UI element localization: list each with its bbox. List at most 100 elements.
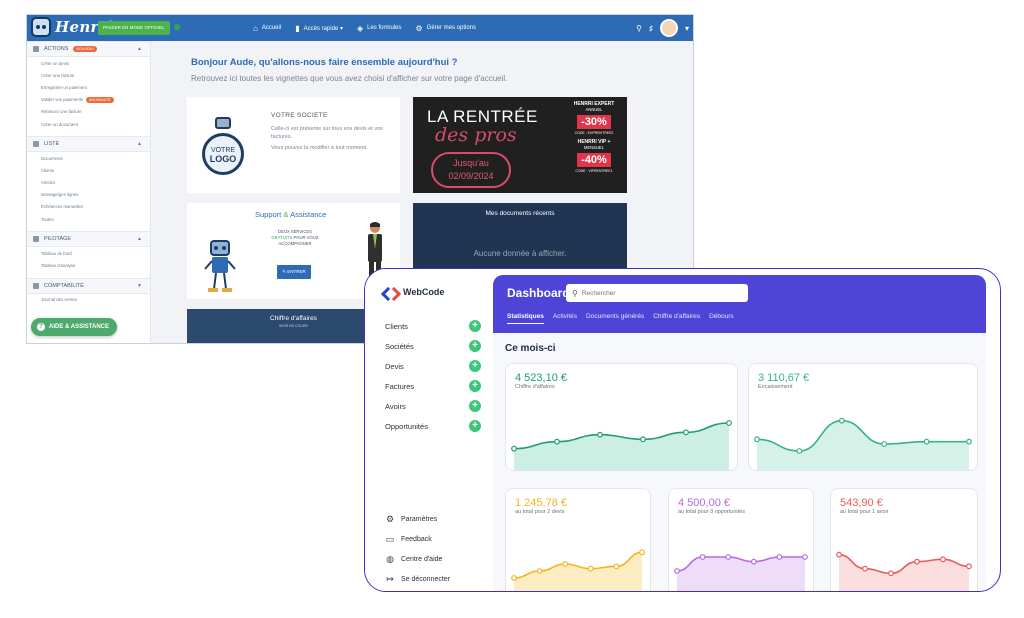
- stat-card-quotes[interactable]: 1 245,78 € au total pour 2 devis: [505, 488, 651, 591]
- henrri-nav: ⌂ Accueil ▮ Accès rapide ▾ ◈ Les formules ⚙…: [253, 15, 476, 41]
- sparkline-point: [838, 417, 845, 424]
- novelty-badge: NOUVEAUTÉ: [85, 96, 114, 103]
- megaphone-icon[interactable]: ♯: [649, 24, 653, 33]
- chevron-down-icon[interactable]: ▾: [685, 24, 689, 33]
- tab-chiffre-affaires[interactable]: Chiffre d'affaires: [653, 313, 700, 324]
- promo-date-badge: Jusqu'au 02/09/2024: [431, 152, 511, 188]
- robot-logo-icon: [31, 17, 51, 37]
- search-box[interactable]: ⚲: [566, 284, 748, 302]
- logout-label: Se déconnecter: [401, 575, 451, 583]
- new-badge: NOUVEAU: [73, 46, 97, 52]
- official-mode-toggle-icon[interactable]: [174, 24, 180, 30]
- sparkline-point: [802, 554, 808, 560]
- gear-icon: ⚙: [385, 513, 395, 524]
- sidebar-item[interactable]: Créer une facture: [27, 69, 150, 81]
- plus-icon[interactable]: +: [469, 340, 481, 352]
- menu-item-avoirs[interactable]: Avoirs +: [385, 396, 481, 416]
- enter-button[interactable]: ✎ ENTRER: [277, 265, 311, 279]
- sidebar-item[interactable]: Échéances manuelles: [27, 201, 150, 213]
- plus-icon[interactable]: +: [469, 320, 481, 332]
- sparkline-point: [587, 565, 594, 572]
- support-title-amp: &: [283, 210, 289, 219]
- logo-line1: VOTRE: [210, 147, 236, 154]
- plus-icon[interactable]: +: [469, 380, 481, 392]
- menu-item-societes[interactable]: Sociétés +: [385, 336, 481, 356]
- company-card[interactable]: VOTRE LOGO VOTRE SOCIETE Celle-ci est pr…: [187, 97, 400, 193]
- calculator-icon: [33, 282, 39, 289]
- help-assistance-button[interactable]: ? AIDE & ASSISTANCE: [31, 318, 117, 336]
- chevron-down-icon[interactable]: ▼: [137, 283, 142, 289]
- sidebar-item[interactable]: Documents: [27, 152, 150, 164]
- sidebar-item[interactable]: Créer un document: [27, 118, 150, 130]
- tab-documents-generes[interactable]: Documents générés: [586, 313, 644, 324]
- webcode-menu: Clients + Sociétés + Devis + Factures + Avoi…: [385, 316, 481, 436]
- sidebar-item[interactable]: Clients: [27, 164, 150, 176]
- menu-item-label: Opportunités: [385, 421, 428, 431]
- list-icon: [33, 141, 39, 148]
- sidebar-section-comptabilite[interactable]: COMPTABILITÉ ▼: [27, 277, 150, 294]
- menu-item-opportunites[interactable]: Opportunités +: [385, 416, 481, 436]
- sidebar-item-valider[interactable]: Valider vos paiements NOUVEAUTÉ: [27, 94, 150, 106]
- sidebar-item[interactable]: Articles: [27, 177, 150, 189]
- sidebar-item[interactable]: Toutes: [27, 213, 150, 225]
- sidebar-section-pilotage[interactable]: PILOTAGE ▲: [27, 231, 150, 248]
- stat-card-credit-notes[interactable]: 543,90 € au total pour 1 avoir: [830, 488, 978, 591]
- sidebar-item[interactable]: Créer un devis: [27, 57, 150, 69]
- henrri-top-right: ⚲ ♯ ▾: [636, 15, 689, 41]
- chat-icon: ▭: [385, 533, 395, 544]
- avatar[interactable]: [659, 19, 678, 37]
- stat-card-payments[interactable]: 3 110,67 € Encaissement: [748, 363, 978, 471]
- tab-activites[interactable]: Activités: [553, 313, 577, 324]
- sidebar-item[interactable]: Tableau d'analyse: [27, 259, 150, 271]
- plus-icon[interactable]: +: [469, 420, 481, 432]
- nav-options[interactable]: ⚙ Gérer mes options: [415, 24, 476, 33]
- stat-label: au total pour 3 opportunités: [678, 509, 745, 515]
- search-icon[interactable]: ⚲: [636, 24, 642, 33]
- sparkline-point: [554, 438, 560, 445]
- sidebar-item[interactable]: Montage/ges lignes: [27, 189, 150, 201]
- offer2-period: MENSUEL: [583, 145, 605, 150]
- nav-accueil-label: Accueil: [261, 25, 282, 31]
- chevron-up-icon[interactable]: ▲: [137, 46, 142, 52]
- help-center-link[interactable]: ◍ Centre d'aide: [385, 549, 485, 569]
- menu-item-clients[interactable]: Clients +: [385, 316, 481, 336]
- chevron-up-icon[interactable]: ▲: [137, 236, 142, 242]
- page-title: Dashboard: [507, 286, 570, 300]
- plus-icon[interactable]: +: [469, 400, 481, 412]
- nav-formules[interactable]: ◈ Les formules: [357, 24, 402, 33]
- tab-debours[interactable]: Débours: [709, 313, 734, 324]
- logout-link[interactable]: ↦ Se déconnecter: [385, 569, 485, 589]
- search-input[interactable]: [581, 289, 732, 297]
- sparkline-chart: [754, 417, 972, 470]
- official-mode-button[interactable]: PASSER EN MODE OFFICIEL: [98, 21, 170, 35]
- stat-card-opportunities[interactable]: 4 500,00 € au total pour 3 opportunités: [668, 488, 814, 591]
- sidebar-item[interactable]: Tableau de bord: [27, 247, 150, 259]
- help-center-label: Centre d'aide: [401, 555, 443, 563]
- tools-icon: ⚙: [415, 23, 423, 33]
- sparkline-point: [940, 556, 946, 563]
- promo-banner[interactable]: LA RENTRÉE des pros Jusqu'au 02/09/2024 …: [413, 97, 627, 193]
- nav-acces-rapide[interactable]: ▮ Accès rapide ▾: [295, 24, 343, 33]
- sidebar-section-liste[interactable]: LISTE ▲: [27, 136, 150, 153]
- webcode-logo[interactable]: WebCode: [383, 287, 444, 297]
- nav-acces-rapide-label: Accès rapide ▾: [303, 25, 343, 32]
- chevron-up-icon[interactable]: ▲: [137, 141, 142, 147]
- support-line2: GRATUITS: [271, 235, 293, 240]
- settings-link[interactable]: ⚙ Paramètres: [385, 509, 485, 529]
- sidebar-item[interactable]: Enregistrer un paiement: [27, 81, 150, 93]
- tab-statistiques[interactable]: Statistiques: [507, 313, 544, 324]
- stat-value: 543,90 €: [840, 497, 883, 509]
- stat-card-revenue[interactable]: 4 523,10 € Chiffre d'affaires: [505, 363, 738, 471]
- promo-until: Jusqu'au: [453, 158, 489, 168]
- menu-item-factures[interactable]: Factures +: [385, 376, 481, 396]
- webcode-app-window: WebCode Clients + Sociétés + Devis + Factur…: [364, 268, 1001, 592]
- menu-item-devis[interactable]: Devis +: [385, 356, 481, 376]
- section-label: COMPTABILITÉ: [44, 282, 84, 289]
- stat-value: 1 245,78 €: [515, 497, 567, 509]
- sidebar-section-actions[interactable]: ACTIONS NOUVEAU ▲: [27, 41, 150, 57]
- nav-accueil[interactable]: ⌂ Accueil: [253, 24, 281, 33]
- sidebar-item[interactable]: Journal des ventes: [27, 294, 150, 306]
- feedback-link[interactable]: ▭ Feedback: [385, 529, 485, 549]
- sidebar-item[interactable]: Relancez une facture: [27, 106, 150, 118]
- plus-icon[interactable]: +: [469, 360, 481, 372]
